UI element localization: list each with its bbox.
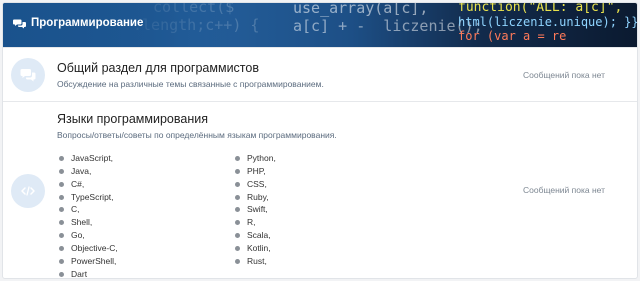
forum-title[interactable]: Общий раздел для программистов <box>57 61 324 76</box>
language-item: Scala, <box>233 229 403 242</box>
language-column-1: JavaScript, Java, C#, TypeScript, C, She… <box>57 152 227 278</box>
language-item: Swift, <box>233 203 403 216</box>
language-item: Shell, <box>57 216 227 229</box>
language-item: Ruby, <box>233 191 403 204</box>
language-column-2: Python, PHP, CSS, Ruby, Swift, R, Scala,… <box>233 152 403 268</box>
language-item: R, <box>233 216 403 229</box>
chat-bubbles-icon <box>13 19 26 28</box>
language-item: PHP, <box>233 165 403 178</box>
language-item: Kotlin, <box>233 242 403 255</box>
comments-icon <box>20 69 36 82</box>
forum-description: Обсуждение на различные темы связанные с… <box>57 79 324 89</box>
forum-stats: Сообщений пока нет <box>523 185 605 195</box>
forum-stats: Сообщений пока нет <box>523 70 605 80</box>
forum-main: Языки программирования Вопросы/ответы/со… <box>57 112 337 278</box>
language-item: PowerShell, <box>57 255 227 268</box>
forum-description: Вопросы/ответы/советы по определённым яз… <box>57 130 337 140</box>
forum-icon-container <box>11 174 45 208</box>
language-item: C#, <box>57 178 227 191</box>
language-item: Python, <box>233 152 403 165</box>
forum-category-block: collect($ .length;c++) { use_array(a[c],… <box>2 2 638 279</box>
forum-icon-container <box>11 58 45 92</box>
language-item: Java, <box>57 165 227 178</box>
language-item: Objective-C, <box>57 242 227 255</box>
category-title[interactable]: Программирование <box>13 17 143 29</box>
language-item: TypeScript, <box>57 191 227 204</box>
forum-row-languages: Языки программирования Вопросы/ответы/со… <box>3 101 637 278</box>
language-item: Go, <box>57 229 227 242</box>
language-item: C, <box>57 203 227 216</box>
category-title-text[interactable]: Программирование <box>31 17 143 29</box>
forum-main: Общий раздел для программистов Обсуждени… <box>57 61 324 89</box>
language-item: Rust, <box>233 255 403 268</box>
category-header[interactable]: collect($ .length;c++) { use_array(a[c],… <box>3 3 637 47</box>
code-icon <box>21 186 35 196</box>
language-item: CSS, <box>233 178 403 191</box>
forum-row-general: Общий раздел для программистов Обсуждени… <box>3 47 637 101</box>
language-item: Dart <box>57 268 227 278</box>
language-item: JavaScript, <box>57 152 227 165</box>
forum-title[interactable]: Языки программирования <box>57 112 337 127</box>
